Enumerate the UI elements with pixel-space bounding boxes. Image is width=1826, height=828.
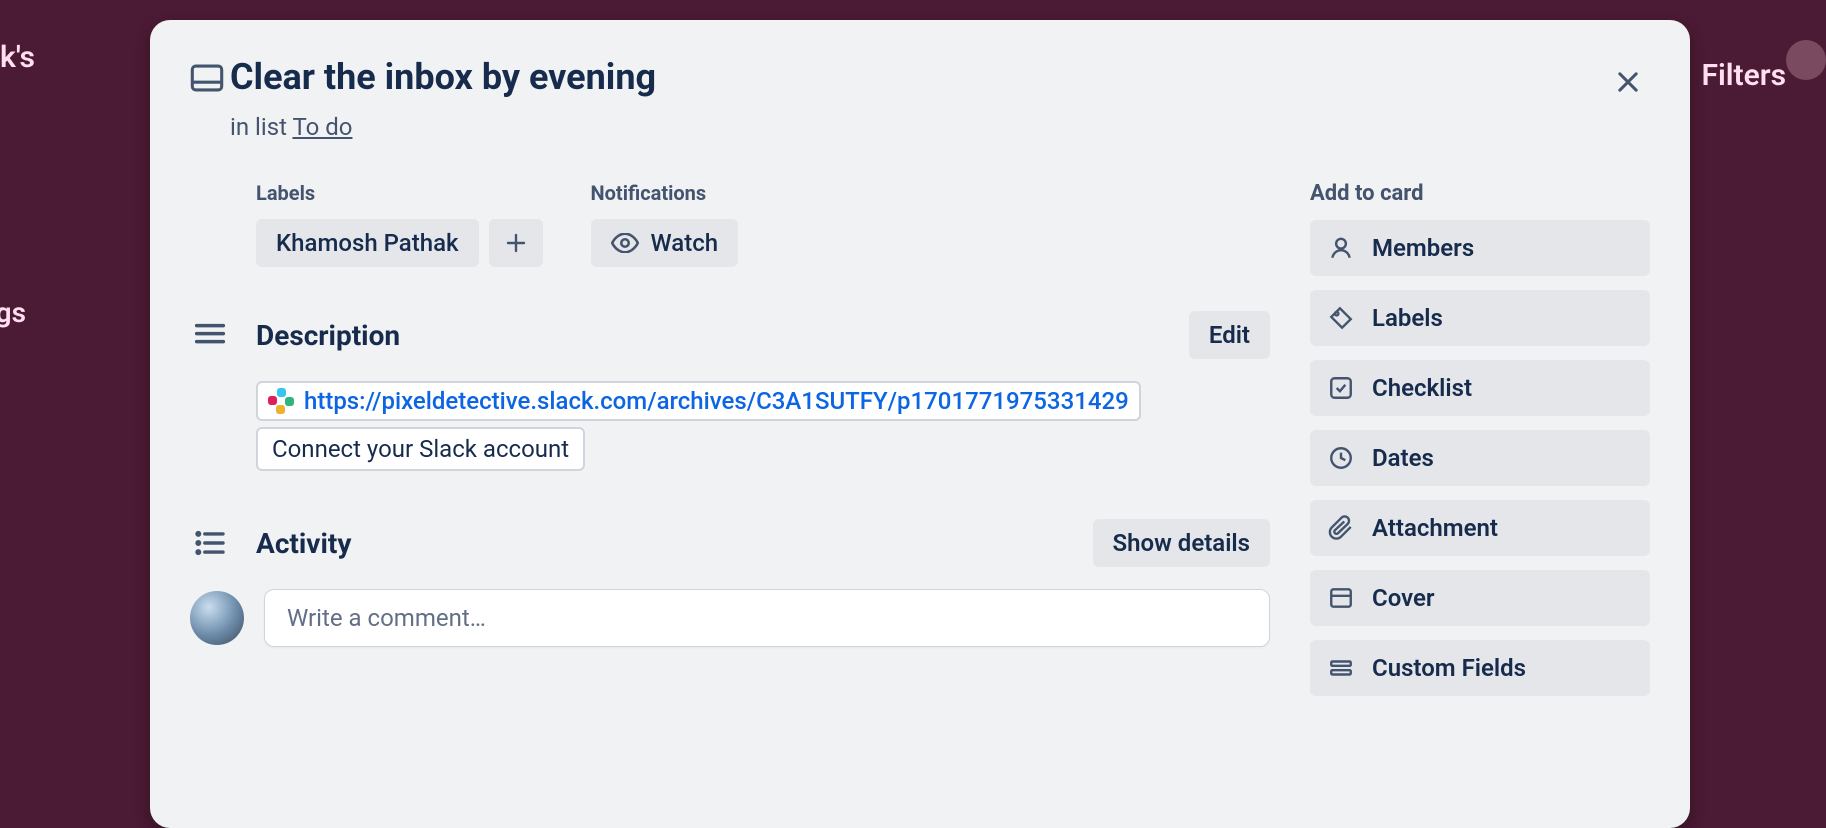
card-icon <box>190 64 230 96</box>
edit-description-button[interactable]: Edit <box>1189 311 1270 359</box>
card-title[interactable]: Clear the inbox by evening <box>230 56 1606 99</box>
sidebar-labels[interactable]: Labels <box>1310 290 1650 346</box>
list-link[interactable]: To do <box>292 113 352 141</box>
activity-icon <box>190 530 230 556</box>
activity-heading: Activity <box>256 527 351 560</box>
cover-icon <box>1328 585 1354 611</box>
connect-slack-button[interactable]: Connect your Slack account <box>256 427 585 471</box>
sidebar-cover[interactable]: Cover <box>1310 570 1650 626</box>
list-prefix: in list <box>230 113 292 141</box>
close-button[interactable] <box>1606 60 1650 104</box>
labels-icon <box>1328 305 1354 331</box>
watch-button[interactable]: Watch <box>591 219 739 267</box>
sidebar-dates[interactable]: Dates <box>1310 430 1650 486</box>
show-details-button[interactable]: Show details <box>1093 519 1271 567</box>
sidebar-members[interactable]: Members <box>1310 220 1650 276</box>
sidebar-item-label: Custom Fields <box>1372 654 1526 682</box>
user-avatar[interactable] <box>190 591 244 645</box>
custom-fields-icon <box>1328 655 1354 681</box>
sidebar-attachment[interactable]: Attachment <box>1310 500 1650 556</box>
background-fragment: ngs <box>0 296 26 329</box>
checklist-icon <box>1328 375 1354 401</box>
comment-input[interactable]: Write a comment… <box>264 589 1270 647</box>
dates-icon <box>1328 445 1354 471</box>
add-to-card-heading: Add to card <box>1310 181 1650 206</box>
description-icon <box>190 323 230 347</box>
sidebar-item-label: Cover <box>1372 584 1435 612</box>
sidebar-item-label: Labels <box>1372 304 1443 332</box>
watch-label: Watch <box>651 229 719 257</box>
sidebar-custom-fields[interactable]: Custom Fields <box>1310 640 1650 696</box>
sidebar-item-label: Members <box>1372 234 1474 262</box>
eye-icon <box>611 233 639 253</box>
description-link-box[interactable]: https://pixeldetective.slack.com/archive… <box>256 381 1141 421</box>
comment-placeholder: Write a comment… <box>287 604 486 632</box>
card-list-line: in list To do <box>230 113 1606 141</box>
add-label-button[interactable] <box>489 219 543 267</box>
slack-icon <box>268 388 294 414</box>
labels-heading: Labels <box>256 181 543 205</box>
sidebar-checklist[interactable]: Checklist <box>1310 360 1650 416</box>
background-board-name-fragment: k's <box>0 40 35 75</box>
description-link[interactable]: https://pixeldetective.slack.com/archive… <box>304 387 1129 415</box>
sidebar-item-label: Dates <box>1372 444 1434 472</box>
description-heading: Description <box>256 319 400 352</box>
header-avatar[interactable] <box>1786 40 1826 80</box>
card-modal: Clear the inbox by evening in list To do… <box>150 20 1690 828</box>
filters-button[interactable]: Filters <box>1701 58 1786 93</box>
sidebar-item-label: Attachment <box>1372 514 1498 542</box>
sidebar-item-label: Checklist <box>1372 374 1472 402</box>
label-chip[interactable]: Khamosh Pathak <box>256 219 479 267</box>
attachment-icon <box>1328 515 1354 541</box>
notifications-heading: Notifications <box>591 181 739 205</box>
members-icon <box>1328 235 1354 261</box>
